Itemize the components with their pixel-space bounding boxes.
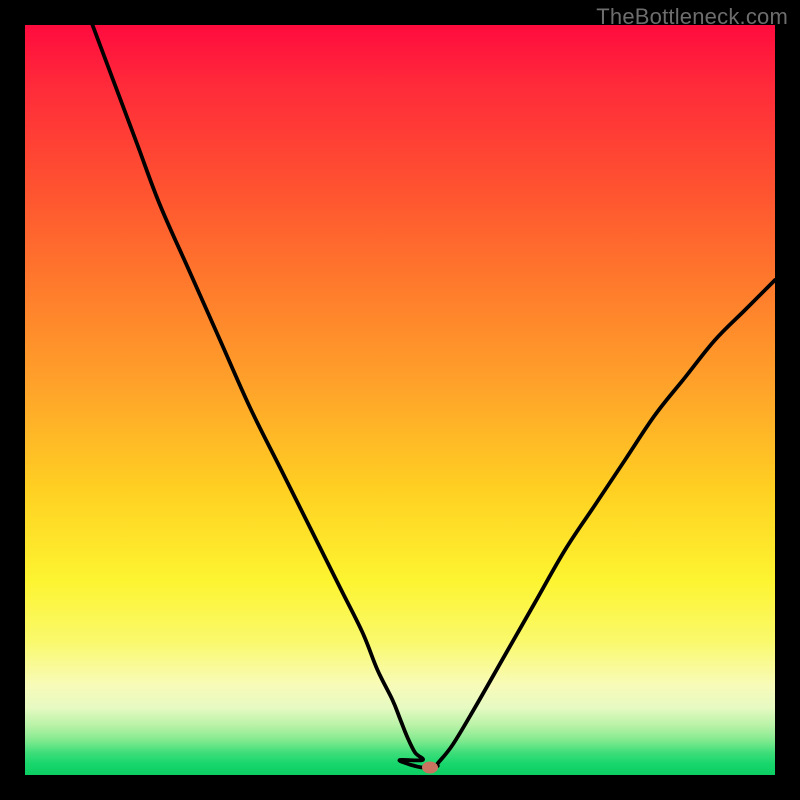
bottleneck-curve-svg [25, 25, 775, 775]
optimum-marker [422, 762, 438, 774]
watermark-text: TheBottleneck.com [596, 4, 788, 30]
chart-frame: TheBottleneck.com [0, 0, 800, 800]
plot-area [25, 25, 775, 775]
bottleneck-curve [93, 25, 776, 768]
